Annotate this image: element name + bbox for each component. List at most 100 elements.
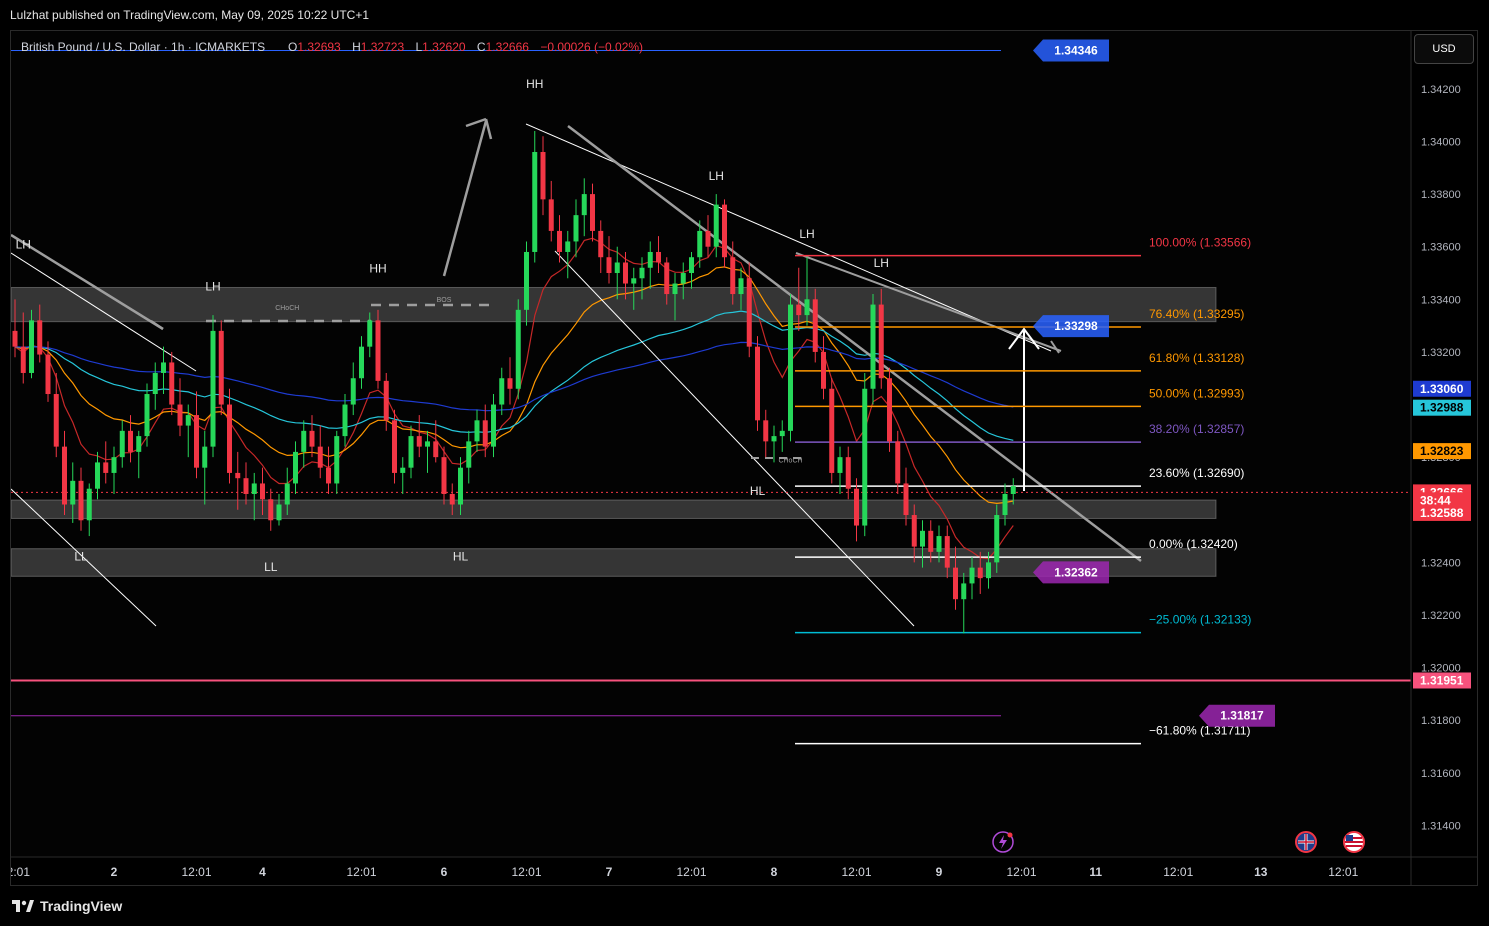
candle-body [804, 299, 810, 316]
candle-body [1010, 486, 1016, 494]
price-tick-label: 1.31800 [1421, 715, 1461, 727]
candle-body [177, 404, 183, 426]
chart-frame[interactable]: 1.34200 1.34000 1.33800 1.33600 1.33400 1.332… [0, 30, 1478, 886]
candle-body [482, 420, 488, 447]
candle [218, 320, 224, 416]
candle-body [507, 378, 513, 389]
axis-price-badge: 1.32988 [1413, 399, 1471, 416]
price-tick-label: 1.32400 [1421, 557, 1461, 569]
candle-body [524, 251, 529, 310]
candle-body [821, 351, 826, 389]
candle-body [218, 330, 224, 405]
candle-body [86, 488, 92, 521]
candle-body [722, 204, 727, 258]
publish-line: Lulzhat published on TradingView.com, Ma… [10, 8, 370, 22]
candle-body [796, 304, 802, 316]
candle-body [944, 536, 950, 568]
time-tick-label: 9 [936, 865, 943, 879]
candle-body [441, 457, 447, 494]
fib-level-label: 0.00% (1.32420) [1149, 537, 1238, 551]
candle [392, 409, 397, 484]
candle-body [854, 488, 859, 526]
candle [862, 372, 868, 537]
candle-body [161, 362, 166, 373]
candle [375, 309, 381, 389]
candle-body [235, 472, 241, 479]
candle-body [986, 562, 991, 579]
chart-svg[interactable]: 1.34200 1.34000 1.33800 1.33600 1.33400 1.332… [0, 31, 1477, 885]
time-tick-label: 12:01 [511, 865, 541, 879]
price-axis-badges: 1.330601.329881.328231.3266638:441.32588… [1413, 380, 1471, 689]
candle-body [812, 299, 818, 352]
price-note-badge: 1.32362 [1033, 561, 1109, 584]
us-flag-icon[interactable] [1343, 831, 1365, 853]
candle-body [433, 441, 439, 458]
close-label: C [477, 40, 486, 54]
structure-label: LL [74, 550, 88, 564]
candle-body [631, 278, 637, 284]
time-tick-label: 12:01 [841, 865, 871, 879]
axis-price-badge-text: 1.32588 [1420, 506, 1464, 520]
candle-body [1002, 493, 1008, 516]
candle-body [169, 362, 175, 405]
price-tick-label: 1.33400 [1421, 294, 1461, 306]
time-tick-label: 12:01 [1006, 865, 1036, 879]
price-note-badge: 1.31817 [1199, 704, 1275, 727]
candle-body [202, 446, 208, 468]
time-tick-label: 4 [259, 865, 266, 879]
candle-body [301, 430, 307, 452]
structure-label: LH [205, 280, 220, 294]
currency-selector[interactable]: USD [1414, 34, 1474, 64]
time-tick-label: 12:01 [346, 865, 376, 879]
low-value: 1.32620 [422, 40, 466, 54]
price-tick-label: 1.31400 [1421, 820, 1461, 832]
tradingview-logo-icon [12, 900, 34, 912]
candle-body [425, 441, 430, 447]
time-tick-label: 6 [441, 865, 448, 879]
price-note-badge: 1.34346 [1033, 39, 1109, 62]
candle-body [540, 152, 546, 200]
candle-body [293, 451, 298, 484]
price-tick-label: 1.34200 [1421, 84, 1461, 96]
candle-body [342, 404, 348, 437]
structure-label: LH [799, 227, 814, 241]
supply-demand-zone [10, 499, 1217, 519]
candle-body [870, 304, 876, 389]
fib-level-label: 76.40% (1.33295) [1149, 307, 1244, 321]
candle-body [136, 436, 142, 452]
axis-price-badge: 1.33060 [1413, 380, 1471, 397]
candle-body [334, 436, 340, 484]
high-value: 1.32723 [361, 40, 405, 54]
axis-price-badge-text: 1.32823 [1420, 444, 1464, 458]
candle-body [689, 257, 694, 274]
candle-body [78, 480, 84, 521]
time-tick-label: 12:01 [1163, 865, 1193, 879]
candle-body [994, 515, 1000, 563]
candle-body [969, 567, 975, 584]
candle-body [350, 378, 356, 405]
tradingview-logo[interactable]: TradingView [12, 898, 122, 914]
time-tick-label: 12:01 [11, 865, 30, 879]
candle-body [779, 430, 785, 437]
axis-price-badge: 1.32823 [1413, 443, 1471, 460]
candle-body [367, 320, 373, 347]
candle-body [309, 430, 315, 447]
candle-body [598, 230, 604, 258]
structure-label: HH [369, 261, 386, 275]
candle-body [317, 446, 323, 468]
candle-body [227, 404, 232, 473]
price-note-badge: 1.33298 [1033, 315, 1109, 338]
candle-body [144, 394, 150, 437]
candle-body [37, 320, 43, 355]
candle [515, 299, 521, 400]
candle-body [961, 583, 967, 600]
time-axis: 12:01 2 12:01 4 12:01 6 12:01 7 12:01 8 12:01 9 12:0… [0, 865, 1359, 879]
candle-body [557, 230, 562, 252]
uk-flag-icon[interactable] [1295, 831, 1317, 853]
candle-body [606, 257, 612, 274]
price-note-text: 1.33298 [1054, 319, 1098, 333]
time-tick-label: 12:01 [676, 865, 706, 879]
price-tick-label: 1.33200 [1421, 347, 1461, 359]
axis-price-badge-text: 1.33060 [1420, 382, 1464, 396]
candle-body [95, 462, 100, 489]
